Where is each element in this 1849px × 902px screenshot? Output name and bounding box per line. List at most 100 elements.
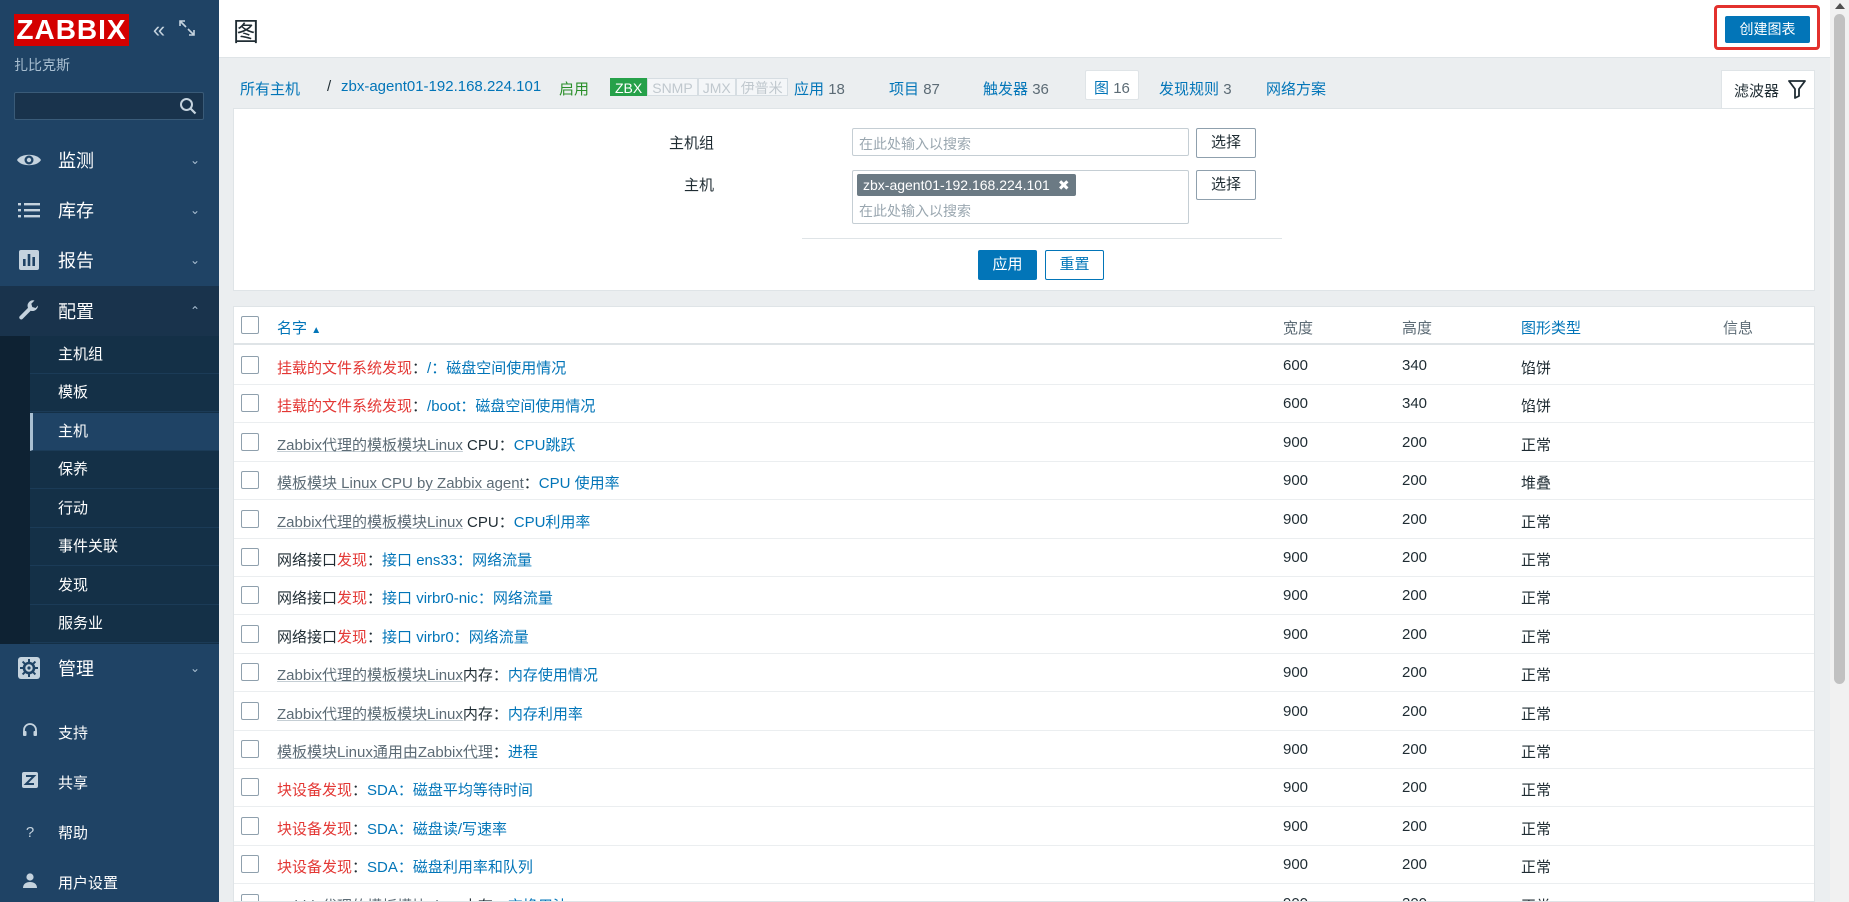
row-checkbox[interactable] — [241, 740, 259, 758]
row-checkbox[interactable] — [241, 586, 259, 605]
row-graph-name-link[interactable]: CPU跳跃 — [514, 437, 576, 454]
nav-reports[interactable]: 报告 ⌄ — [0, 235, 219, 285]
row-source-link[interactable]: 挂载的文件系统发现 — [277, 360, 412, 377]
nav-user-settings[interactable]: 用户设置 — [0, 857, 219, 902]
sidebar-item-services[interactable]: 服务业 — [30, 605, 219, 643]
row-source-link[interactable]: Zabbix代理的模板模块Linux — [277, 437, 463, 454]
row-graph-name-link[interactable]: SDA：磁盘平均等待时间 — [367, 782, 533, 799]
tab-triggers[interactable]: 触发器 36 — [983, 78, 1049, 99]
host-input[interactable]: zbx-agent01-192.168.224.101 ✖ 在此处输入以搜索 — [852, 170, 1189, 224]
row-source-link[interactable]: Zabbix代理的模板模块Linux — [277, 667, 463, 684]
row-graph-name-link[interactable]: 内存利用率 — [508, 706, 583, 723]
host-group-select-button[interactable]: 选择 — [1196, 128, 1256, 158]
filter-tab[interactable]: 滤波器 — [1721, 70, 1815, 110]
kiosk-mode-icon[interactable] — [176, 18, 198, 42]
sidebar-item-templates[interactable]: 模板 — [30, 374, 219, 412]
row-graph-name-link[interactable]: 内存使用情况 — [508, 667, 598, 684]
sidebar-search-input[interactable] — [14, 92, 204, 120]
table-row: Zabbix代理的模板模块Linux CPU：CPU跳跃 900 200 正常 — [234, 424, 1814, 462]
row-graph-name-link[interactable]: /boot：磁盘空间使用情况 — [427, 398, 595, 415]
row-checkbox[interactable] — [241, 548, 259, 566]
row-checkbox[interactable] — [241, 816, 259, 835]
scroll-up-arrow-icon[interactable] — [1835, 3, 1845, 9]
sidebar-item-hosts[interactable]: 主机 — [30, 413, 219, 451]
breadcrumb-all-hosts[interactable]: 所有主机 — [240, 78, 300, 99]
row-checkbox[interactable] — [241, 663, 259, 682]
sidebar-item-maintenance[interactable]: 保养 — [30, 451, 219, 489]
row-source-link[interactable]: Zabbix代理的模板模块Linux — [277, 514, 463, 531]
row-graph-name-link[interactable]: CPU 使用率 — [539, 475, 620, 492]
row-source-link[interactable]: 挂载的文件系统发现 — [277, 398, 412, 415]
nav-help[interactable]: ? 帮助 — [0, 807, 219, 857]
reset-button[interactable]: 重置 — [1045, 250, 1104, 280]
row-source-link[interactable]: 模板模块 Linux CPU by Zabbix agent — [277, 475, 524, 492]
row-source-link[interactable]: 块设备发现 — [277, 782, 352, 799]
tab-graphs[interactable]: 图 16 — [1085, 70, 1139, 100]
nav-share[interactable]: 共享 — [0, 757, 219, 807]
row-height: 200 — [1402, 817, 1428, 835]
sidebar-item-event-correlation[interactable]: 事件关联 — [30, 528, 219, 566]
host-select-button[interactable]: 选择 — [1196, 170, 1256, 200]
row-separator: ： — [523, 475, 539, 493]
row-source-link[interactable]: 块设备发现 — [277, 821, 352, 838]
row-graph-name-link[interactable]: 接口 ens33：网络流量 — [382, 552, 532, 569]
create-graph-button[interactable]: 创建图表 — [1725, 16, 1810, 43]
row-graph-name-link[interactable]: /：磁盘空间使用情况 — [427, 360, 566, 377]
row-source-link[interactable]: 模板模块Linux通用由Zabbix代理 — [277, 744, 493, 761]
row-checkbox[interactable] — [241, 394, 259, 413]
select-all-checkbox[interactable] — [241, 316, 259, 334]
row-graph-name-link[interactable]: 接口 virbr0：网络流量 — [382, 629, 529, 646]
host-status[interactable]: 启用 — [559, 78, 589, 99]
row-checkbox[interactable] — [241, 893, 259, 901]
nav-support[interactable]: 支持 — [0, 707, 219, 757]
tab-items[interactable]: 项目 87 — [889, 78, 940, 99]
row-graph-name-link[interactable]: SDA：磁盘读/写速率 — [367, 821, 507, 838]
row-source-link[interactable]: Zabbix代理的模板模块Linux — [277, 898, 463, 901]
tab-discovery-rules[interactable]: 发现规则 3 — [1159, 78, 1232, 99]
close-icon[interactable]: ✖ — [1058, 177, 1070, 193]
breadcrumb-host[interactable]: zbx-agent01-192.168.224.101 — [341, 78, 541, 95]
row-source-link[interactable]: 发现 — [337, 552, 367, 569]
row-graph-name-link[interactable]: 交换用法 — [508, 898, 568, 901]
column-name-label: 名字 — [277, 320, 308, 337]
row-checkbox[interactable] — [241, 356, 259, 374]
zabbix-logo[interactable]: ZABBIX — [14, 14, 129, 46]
row-source-link[interactable]: Zabbix代理的模板模块Linux — [277, 706, 463, 723]
row-checkbox[interactable] — [241, 701, 259, 720]
column-width: 宽度 — [1283, 320, 1314, 337]
row-graph-name-link[interactable]: 进程 — [508, 744, 538, 761]
search-icon[interactable] — [179, 97, 197, 115]
row-checkbox[interactable] — [241, 509, 259, 528]
row-source-link[interactable]: 发现 — [337, 629, 367, 646]
collapse-sidebar-icon[interactable]: « — [148, 18, 170, 42]
host-group-input[interactable]: 在此处输入以搜索 — [852, 128, 1189, 156]
nav-monitoring[interactable]: 监测 ⌄ — [0, 135, 219, 185]
sidebar-item-actions[interactable]: 行动 — [30, 490, 219, 528]
row-graph-name-link[interactable]: SDA：磁盘利用率和队列 — [367, 859, 533, 876]
row-checkbox[interactable] — [241, 624, 259, 643]
scroll-thumb[interactable] — [1834, 14, 1845, 684]
row-graph-name-link[interactable]: 接口 virbr0-nic：网络流量 — [382, 590, 553, 607]
sidebar-item-host-groups[interactable]: 主机组 — [30, 336, 219, 374]
row-source-link[interactable]: 发现 — [337, 590, 367, 607]
nav-configuration[interactable]: 配置 ⌃ — [0, 286, 219, 336]
page-scrollbar[interactable] — [1830, 0, 1849, 902]
row-checkbox[interactable] — [241, 778, 259, 797]
nav-administration[interactable]: 管理 ⌄ — [0, 643, 219, 693]
tab-applications[interactable]: 应用 18 — [794, 78, 845, 99]
row-graph-name-link[interactable]: CPU利用率 — [514, 514, 591, 531]
nav-inventory[interactable]: 库存 ⌄ — [0, 185, 219, 235]
row-checkbox[interactable] — [241, 432, 259, 451]
sidebar-item-discovery[interactable]: 发现 — [30, 567, 219, 605]
column-name[interactable]: 名字 ▲ — [277, 317, 321, 338]
sort-asc-icon: ▲ — [311, 325, 322, 336]
tab-web-scenarios[interactable]: 网络方案 — [1266, 78, 1326, 99]
row-checkbox[interactable] — [241, 471, 259, 490]
apply-button[interactable]: 应用 — [978, 250, 1037, 280]
chevron-down-icon: ⌄ — [189, 153, 201, 167]
row-separator: ： — [492, 705, 508, 723]
host-chip[interactable]: zbx-agent01-192.168.224.101 ✖ — [857, 174, 1076, 196]
row-checkbox[interactable] — [241, 855, 259, 874]
row-source-link[interactable]: 块设备发现 — [277, 859, 352, 876]
column-graph-type[interactable]: 图形类型 — [1521, 317, 1581, 338]
